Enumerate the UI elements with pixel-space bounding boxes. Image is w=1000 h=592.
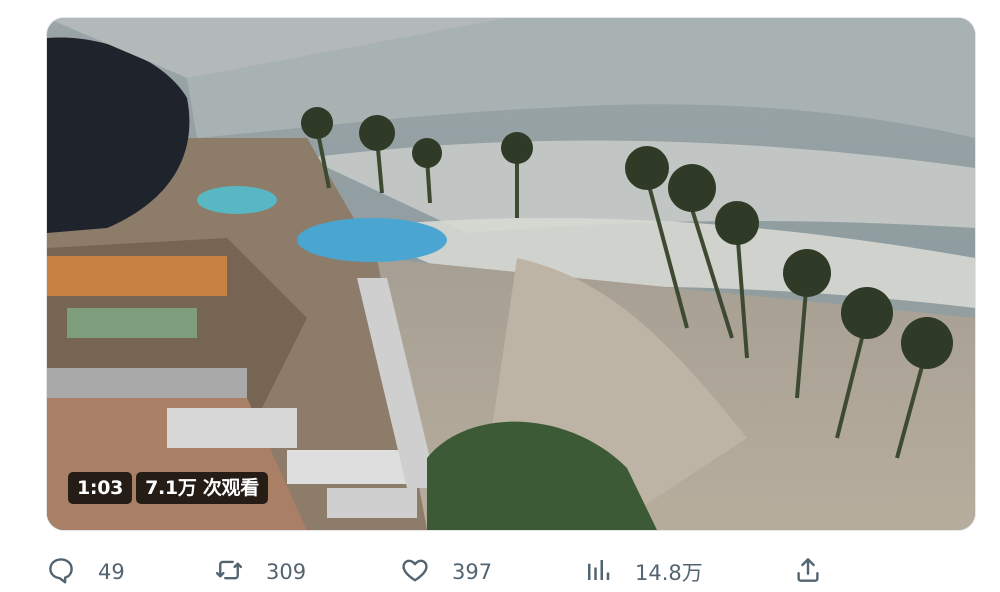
share-button[interactable] <box>793 552 823 592</box>
reply-icon <box>46 555 76 590</box>
video-player[interactable] <box>46 17 976 531</box>
view-count: 14.8万 <box>635 561 703 585</box>
like-count: 397 <box>452 560 493 584</box>
reply-button[interactable]: 49 <box>46 552 125 592</box>
reply-count: 49 <box>98 560 125 584</box>
video-badges: 1:03 7.1万 次观看 <box>68 472 268 504</box>
heart-icon <box>400 555 430 590</box>
share-icon <box>793 555 823 590</box>
analytics-icon <box>583 555 613 590</box>
tweet-action-bar: 49 309 397 14.8万 <box>46 552 836 592</box>
video-duration: 1:03 <box>68 472 133 504</box>
like-button[interactable]: 397 <box>400 552 492 592</box>
video-frame <box>47 18 975 530</box>
video-view-count: 7.1万 次观看 <box>136 472 268 504</box>
retweet-icon <box>214 555 244 590</box>
retweet-count: 309 <box>266 560 307 584</box>
retweet-button[interactable]: 309 <box>214 552 306 592</box>
views-button[interactable]: 14.8万 <box>583 552 703 592</box>
